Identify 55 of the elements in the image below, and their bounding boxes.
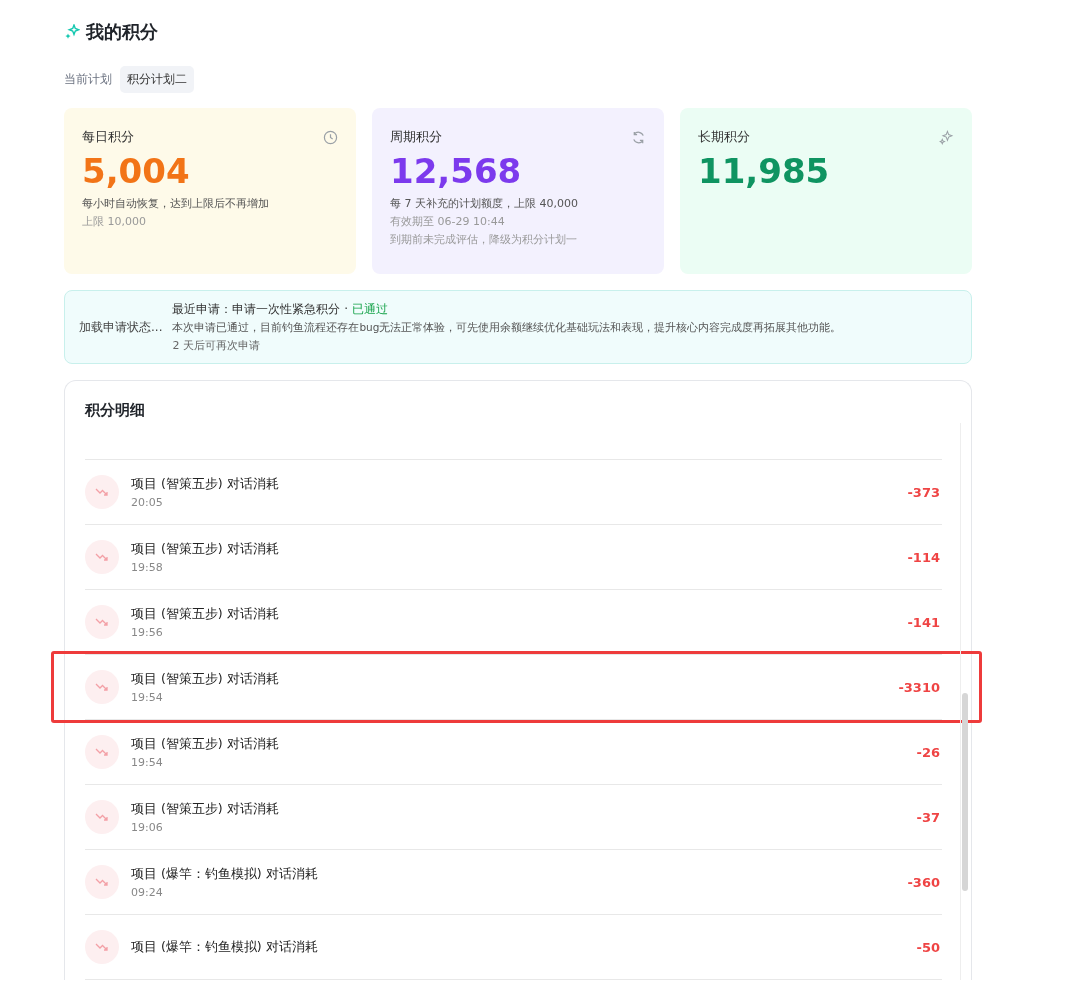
request-message: 本次申请已通过，目前钓鱼流程还存在bug无法正常体验，可先使用余额继续优化基础玩法和表现，提升核心内容完成度再拓展其他功能。 xyxy=(172,321,842,335)
card-label: 长期积分 xyxy=(698,128,750,146)
record-title: 项目 (智策五步) 对话消耗 xyxy=(131,540,280,558)
record-time: 19:56 xyxy=(131,625,164,639)
card-note: 每小时自动恢复，达到上限后不再增加 xyxy=(82,196,270,211)
sparkle-icon xyxy=(64,24,80,40)
record-amount: -360 xyxy=(907,874,940,890)
record-title: 项目 (爆竿：钓鱼模拟) 对话消耗 xyxy=(131,938,319,956)
record-amount: -26 xyxy=(916,744,940,760)
record-title: 项目 (智策五步) 对话消耗 xyxy=(131,605,280,623)
retry-note: 2 天后可再次申请 xyxy=(172,338,261,353)
scrollbar[interactable] xyxy=(960,423,969,980)
page-title: 我的积分 xyxy=(86,20,158,44)
trend-down-icon xyxy=(85,605,119,639)
trend-down-icon xyxy=(85,670,119,704)
points-value: 11,985 xyxy=(698,150,831,192)
record-amount: -3310 xyxy=(898,679,940,695)
record-amount: -37 xyxy=(916,809,940,825)
record-time: 19:58 xyxy=(131,560,164,574)
record-title: 项目 (爆竿：钓鱼模拟) 对话消耗 xyxy=(131,865,319,883)
clock-icon xyxy=(323,129,338,145)
record-amount: -50 xyxy=(916,939,940,955)
card-label: 每日积分 xyxy=(82,128,134,146)
trend-down-icon xyxy=(85,540,119,574)
sparkle-icon xyxy=(939,129,954,145)
trend-down-icon xyxy=(85,930,119,964)
trend-down-icon xyxy=(85,865,119,899)
record-title: 项目 (智策五步) 对话消耗 xyxy=(131,670,280,688)
latest-request: 最近申请：申请一次性紧急积分 · 已通过 xyxy=(172,301,389,318)
record-title: 项目 (智策五步) 对话消耗 xyxy=(131,475,280,493)
card-note: 每 7 天补充的计划额度，上限 40,000 xyxy=(390,196,579,211)
record-title: 项目 (智策五步) 对话消耗 xyxy=(131,800,280,818)
trend-down-icon xyxy=(85,800,119,834)
trend-down-icon xyxy=(85,735,119,769)
trend-down-icon xyxy=(85,475,119,509)
request-status-label: 加载申请状态... xyxy=(79,318,163,336)
plan-label: 当前计划 xyxy=(64,71,112,88)
refresh-icon xyxy=(631,129,646,145)
record-time: 19:06 xyxy=(131,820,164,834)
record-time: 19:54 xyxy=(131,690,164,704)
record-amount: -373 xyxy=(907,484,940,500)
plan-tag: 积分计划二 xyxy=(120,66,194,93)
card-subnote: 有效期至 06-29 10:44 xyxy=(390,214,506,229)
record-amount: -114 xyxy=(907,549,940,565)
record-title: 项目 (智策五步) 对话消耗 xyxy=(131,735,280,753)
details-title: 积分明细 xyxy=(85,401,146,421)
record-time: 20:05 xyxy=(131,495,164,509)
record-time: 09:24 xyxy=(131,885,164,899)
points-value: 12,568 xyxy=(390,150,523,192)
record-time: 19:54 xyxy=(131,755,164,769)
card-subnote: 上限 10,000 xyxy=(82,214,147,229)
card-subnote: 到期前未完成评估，降级为积分计划一 xyxy=(390,232,578,247)
record-amount: -141 xyxy=(907,614,940,630)
card-label: 周期积分 xyxy=(390,128,442,146)
points-value: 5,004 xyxy=(82,150,191,192)
